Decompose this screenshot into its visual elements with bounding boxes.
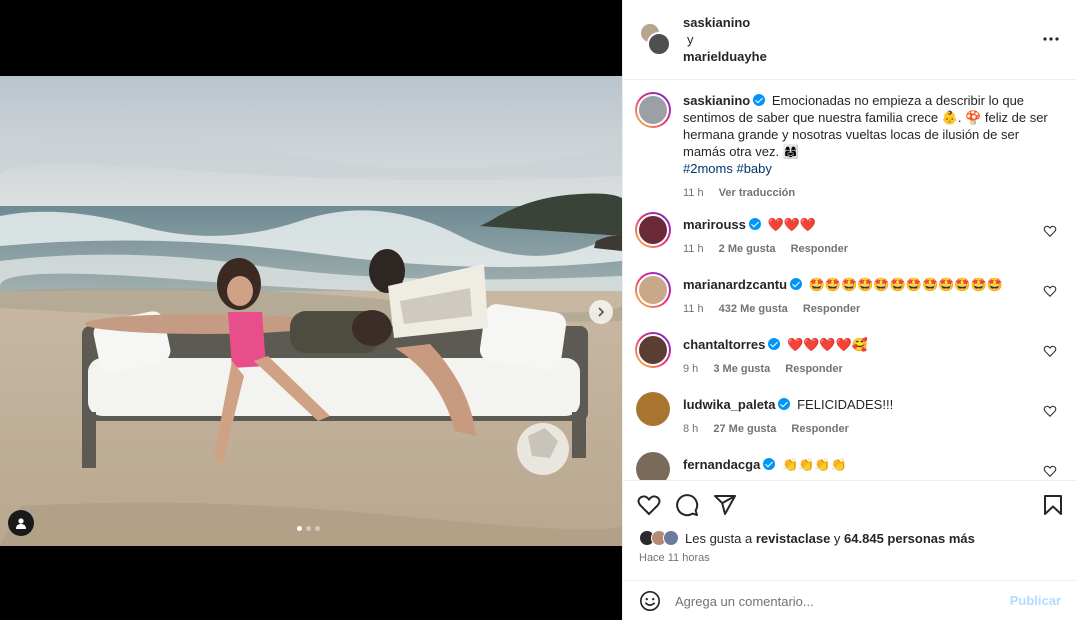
reply-button[interactable]: Responder xyxy=(791,423,848,435)
comment-avatar[interactable] xyxy=(636,452,670,480)
carousel-dot xyxy=(306,526,311,531)
post-header: saskianino y marielduayhe xyxy=(623,0,1076,80)
reply-button[interactable]: Responder xyxy=(803,303,860,315)
share-button[interactable] xyxy=(713,493,737,517)
translate-button[interactable]: Ver traducción xyxy=(719,187,795,199)
comment-avatar[interactable] xyxy=(636,392,670,426)
post-viewer: saskianino y marielduayhe saskianino Emo… xyxy=(0,0,1076,620)
comment-username[interactable]: ludwika_paleta xyxy=(683,397,775,412)
post-time: Hace 11 horas xyxy=(639,552,710,564)
verified-icon xyxy=(748,218,761,230)
avatar xyxy=(647,32,671,56)
carousel-dot-active xyxy=(297,526,302,531)
comment-text: ❤️❤️❤️❤️🥰 xyxy=(787,337,868,352)
comment-input[interactable] xyxy=(675,590,995,612)
more-icon xyxy=(1043,37,1059,41)
verified-icon xyxy=(753,94,766,106)
comment-time: 9 h xyxy=(683,363,699,375)
comment-likes[interactable]: 27 Me gusta xyxy=(713,423,776,435)
verified-icon xyxy=(790,278,803,290)
user-tag-icon xyxy=(16,518,26,529)
share-icon xyxy=(714,495,736,515)
verified-icon xyxy=(768,338,781,350)
reply-button[interactable]: Responder xyxy=(791,243,848,255)
add-comment-bar: Publicar xyxy=(623,580,1076,620)
verified-icon xyxy=(778,398,791,410)
comment-likes[interactable]: 3 Me gusta xyxy=(713,363,770,375)
comment-time: 8 h xyxy=(683,423,699,435)
comment-username[interactable]: marirouss xyxy=(683,217,746,232)
comment-text: FELICIDADES!!! xyxy=(797,397,894,412)
chevron-right-icon xyxy=(598,307,605,317)
bookmark-icon xyxy=(1044,495,1062,515)
action-bar: Les gusta a revistaclase y 64.845 person… xyxy=(623,480,1076,580)
next-photo-button[interactable] xyxy=(589,300,613,324)
publish-button[interactable]: Publicar xyxy=(1010,593,1061,608)
likes-count[interactable]: 64.845 personas más xyxy=(844,531,975,546)
comment-row: ludwika_paleta FELICIDADES!!! 8 h 27 Me … xyxy=(635,392,1067,442)
more-options-button[interactable] xyxy=(1042,30,1060,48)
caption-username[interactable]: saskianino xyxy=(683,93,750,108)
comment-time: 11 h xyxy=(683,303,704,315)
heart-icon[interactable] xyxy=(1043,284,1057,298)
post-panel: saskianino y marielduayhe saskianino Emo… xyxy=(622,0,1076,620)
comment-username[interactable]: marianardzcantu xyxy=(683,277,787,292)
header-username-2[interactable]: marielduayhe xyxy=(683,48,767,65)
liker-avatars xyxy=(639,530,679,546)
reply-button[interactable]: Responder xyxy=(785,363,842,375)
likes-summary: Les gusta a revistaclase y 64.845 person… xyxy=(639,530,975,546)
collab-avatars[interactable] xyxy=(639,22,673,56)
post-caption: saskianino Emocionadas no empieza a desc… xyxy=(635,92,1055,202)
comment-likes[interactable]: 2 Me gusta xyxy=(719,243,776,255)
post-photo[interactable] xyxy=(0,76,622,546)
heart-icon[interactable] xyxy=(1043,404,1057,418)
carousel-dots xyxy=(297,526,320,531)
comment-avatar[interactable] xyxy=(635,272,671,308)
emoji-icon[interactable] xyxy=(639,590,661,612)
comment-button[interactable] xyxy=(675,493,699,517)
likes-prefix: Les gusta a xyxy=(685,530,753,546)
user-tag-button[interactable] xyxy=(8,510,34,536)
header-joiner: y xyxy=(687,32,694,47)
header-username-1[interactable]: saskianino xyxy=(683,14,767,31)
media-pane xyxy=(0,0,622,620)
comment-row: chantaltorres ❤️❤️❤️❤️🥰 9 h 3 Me gusta R… xyxy=(635,332,1067,382)
comment-username[interactable]: chantaltorres xyxy=(683,337,765,352)
comment-row: marianardzcantu 🤩🤩🤩🤩🤩🤩🤩🤩🤩🤩🤩🤩 11 h 432 Me… xyxy=(635,272,1067,322)
caption-avatar[interactable] xyxy=(635,92,671,128)
comment-row: fernandacga 👏👏👏👏 xyxy=(635,452,1067,480)
heart-icon[interactable] xyxy=(1043,464,1057,478)
like-button[interactable] xyxy=(637,493,661,517)
heart-icon[interactable] xyxy=(1043,344,1057,358)
likes-suffix: y xyxy=(833,530,841,546)
caption-hashtags[interactable]: #2moms #baby xyxy=(683,160,1055,177)
carousel-dot xyxy=(315,526,320,531)
likes-user[interactable]: revistaclase xyxy=(756,531,830,546)
comment-avatar[interactable] xyxy=(635,332,671,368)
save-button[interactable] xyxy=(1041,493,1065,517)
caption-time: 11 h xyxy=(683,187,704,199)
comment-time: 11 h xyxy=(683,243,704,255)
heart-icon[interactable] xyxy=(1043,224,1057,238)
comment-text: 👏👏👏👏 xyxy=(781,457,847,472)
verified-icon xyxy=(763,458,776,470)
heart-icon xyxy=(637,495,661,516)
comment-likes[interactable]: 432 Me gusta xyxy=(719,303,788,315)
comment-text: 🤩🤩🤩🤩🤩🤩🤩🤩🤩🤩🤩🤩 xyxy=(808,277,1003,292)
comment-text: ❤️❤️❤️ xyxy=(767,217,817,232)
comment-row: marirouss ❤️❤️❤️ 11 h 2 Me gusta Respond… xyxy=(635,212,1067,262)
comment-avatar[interactable] xyxy=(635,212,671,248)
comment-icon xyxy=(676,494,699,517)
comments-list[interactable]: saskianino Emocionadas no empieza a desc… xyxy=(623,80,1076,480)
comment-username[interactable]: fernandacga xyxy=(683,457,760,472)
collab-names: saskianino y marielduayhe xyxy=(683,14,767,65)
